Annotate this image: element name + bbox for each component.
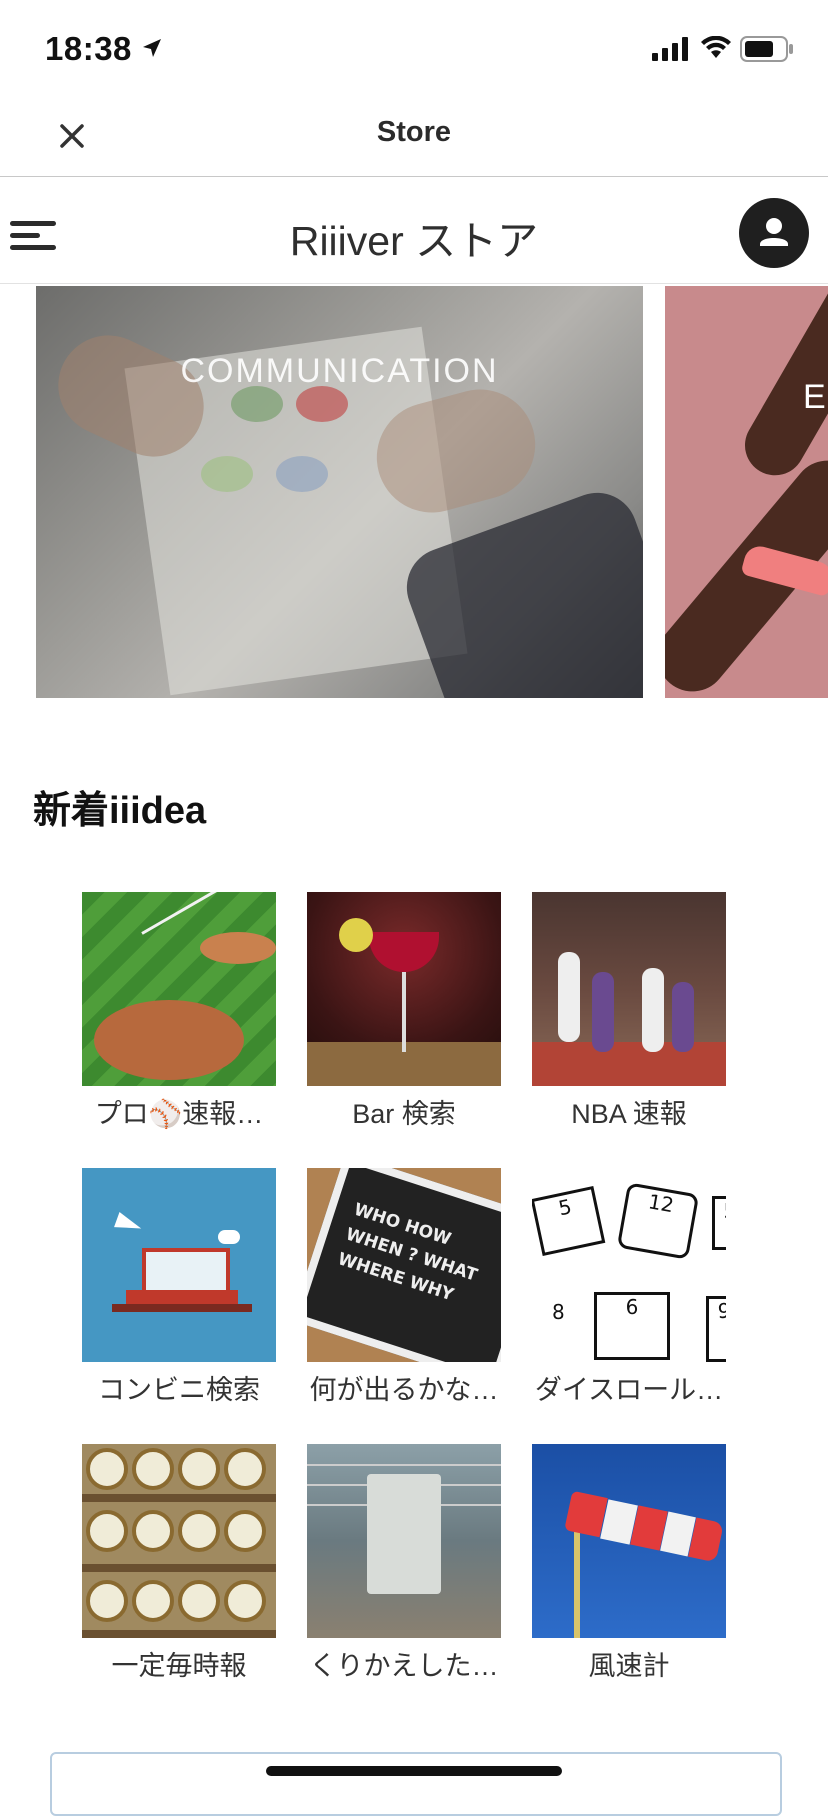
banner-carousel[interactable]: COMMUNICATION E: [0, 286, 828, 698]
iiidea-card-dice-roll[interactable]: 5 12 8 6 5 9 ダイスロール…: [532, 1168, 726, 1407]
dice-face: 9: [706, 1296, 726, 1362]
location-arrow-icon: [143, 39, 161, 57]
signal-icon: [652, 37, 688, 61]
store-title: Riiiver ストア: [289, 218, 539, 264]
hallway-thumbnail: [307, 1444, 501, 1638]
bottom-card[interactable]: [50, 1752, 782, 1816]
iiidea-caption: 何が出るかな…: [309, 1375, 499, 1405]
dice-face: 5: [532, 1185, 606, 1257]
nav-title: Store: [376, 116, 452, 148]
status-bar: 18:38: [0, 0, 828, 96]
dice-face: 6: [594, 1292, 670, 1360]
carousel-slide-communication[interactable]: COMMUNICATION: [36, 286, 643, 698]
cocktail-thumbnail: [307, 892, 501, 1086]
iiidea-card-repeat[interactable]: くりかえした…: [307, 1444, 501, 1683]
battery-icon: [740, 36, 793, 62]
iiidea-card-pro-baseball[interactable]: プロ⚾速報…: [82, 892, 276, 1131]
status-time: 18:38: [45, 30, 132, 67]
iiidea-caption: プロ⚾速報…: [94, 1099, 264, 1129]
iiidea-caption: ダイスロール…: [534, 1375, 724, 1405]
iiidea-caption: 風速計: [588, 1651, 670, 1681]
home-indicator[interactable]: [266, 1766, 562, 1776]
dice-thumbnail: 5 12 8 6 5 9: [532, 1168, 726, 1362]
carousel-slide-next[interactable]: E: [665, 286, 828, 698]
iiidea-card-hourly-chime[interactable]: 一定毎時報: [82, 1444, 276, 1683]
basketball-thumbnail: [532, 892, 726, 1086]
account-button[interactable]: [739, 198, 809, 268]
iiidea-caption: コンビニ検索: [98, 1375, 260, 1405]
user-icon: [760, 218, 788, 246]
alarm-clocks-thumbnail: [82, 1444, 276, 1638]
chalkboard-thumbnail: WHO HOW WHEN ? WHAT WHERE WHY: [307, 1168, 501, 1362]
carousel-slide-label: COMMUNICATION: [180, 352, 499, 390]
iiidea-caption: くりかえした…: [309, 1651, 499, 1681]
convenience-store-thumbnail: [82, 1168, 276, 1362]
navigation-bar: Store: [0, 96, 828, 177]
dice-face: 12: [616, 1182, 700, 1260]
iiidea-caption: NBA 速報: [571, 1099, 687, 1129]
windsock-thumbnail: [532, 1444, 726, 1638]
iiidea-caption: Bar 検索: [352, 1099, 456, 1129]
iiidea-card-bar-search[interactable]: Bar 検索: [307, 892, 501, 1131]
iiidea-card-convenience-store[interactable]: コンビニ検索: [82, 1168, 276, 1407]
iiidea-caption: 一定毎時報: [111, 1651, 247, 1681]
store-header: Riiiver ストア: [0, 177, 828, 284]
iiidea-card-what-comes-out[interactable]: WHO HOW WHEN ? WHAT WHERE WHY 何が出るかな…: [307, 1168, 501, 1407]
carousel-slide-label: E: [803, 378, 826, 416]
baseball-thumbnail: [82, 892, 276, 1086]
wifi-icon: [701, 36, 731, 58]
iiidea-card-anemometer[interactable]: 風速計: [532, 1444, 726, 1683]
section-title: 新着iiidea: [33, 790, 207, 832]
iiidea-card-nba[interactable]: NBA 速報: [532, 892, 726, 1131]
dice-face: 5: [712, 1196, 726, 1250]
